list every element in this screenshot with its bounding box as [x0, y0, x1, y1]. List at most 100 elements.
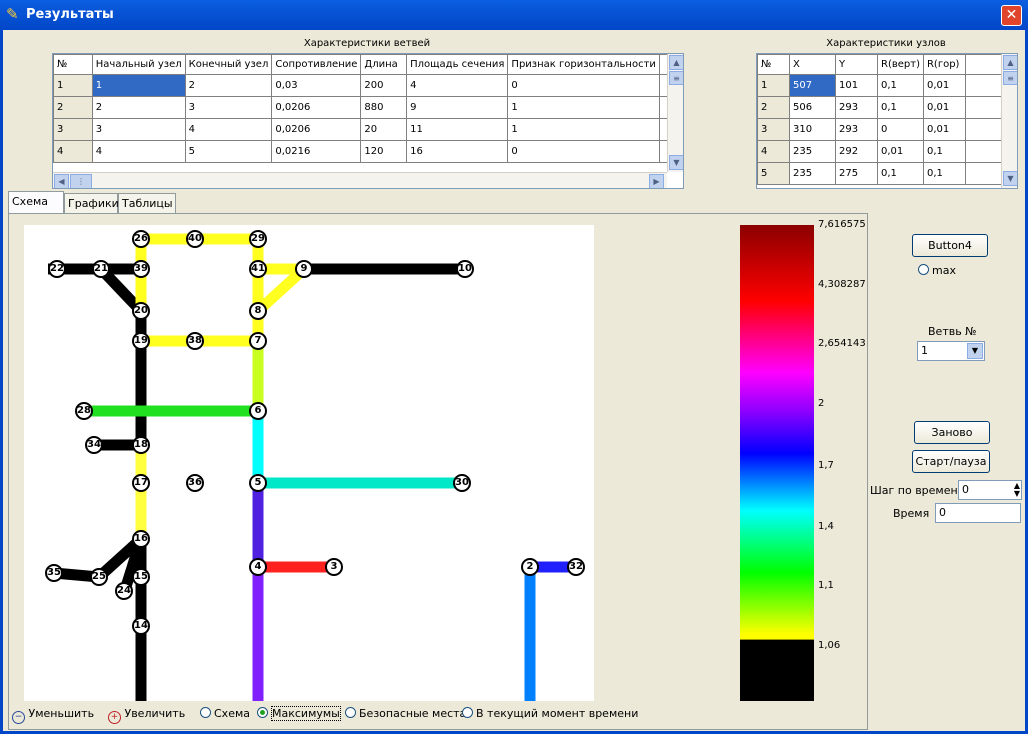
scheme-node[interactable]: 40	[186, 230, 204, 248]
table-cell[interactable]: 275	[835, 162, 878, 185]
scheme-node[interactable]: 26	[132, 230, 150, 248]
scheme-node[interactable]: 22	[48, 260, 66, 278]
step-input[interactable]: 0 ▲ ▼	[958, 480, 1022, 500]
scheme-node[interactable]: 36	[186, 474, 204, 492]
table-cell[interactable]: 0,01	[922, 96, 966, 119]
table-cell[interactable]: 1	[91, 74, 186, 97]
table-cell[interactable]: 0,03	[271, 74, 362, 97]
table-cell[interactable]: 0,01	[922, 118, 966, 141]
table-cell[interactable]: 3	[91, 118, 186, 141]
scroll-down-icon[interactable]: ▼	[669, 155, 683, 170]
table-cell[interactable]: 0,0216	[271, 140, 362, 163]
scheme-node[interactable]: 28	[75, 402, 93, 420]
table-row[interactable]: 3 310 293 0 0,01	[757, 118, 1006, 141]
scheme-node[interactable]: 2	[521, 558, 539, 576]
branches-hscroll[interactable]: ◀ ⋮ ▶	[53, 172, 667, 188]
radio-current[interactable]: В текущий момент времени	[462, 707, 638, 720]
scheme-node[interactable]: 20	[132, 302, 150, 320]
table-cell[interactable]: 292	[835, 140, 878, 163]
table-cell[interactable]: 0,0206	[271, 96, 362, 119]
table-cell[interactable]: 293	[835, 96, 878, 119]
scheme-node[interactable]: 35	[45, 564, 63, 582]
table-cell[interactable]: 0	[877, 118, 924, 141]
scheme-node[interactable]: 38	[186, 332, 204, 350]
table-cell[interactable]: 101	[835, 74, 878, 97]
scheme-node[interactable]: 14	[132, 617, 150, 635]
table-row[interactable]: 5 235 275 0,1 0,1	[757, 162, 1006, 185]
table-row[interactable]: 2 2 3 0,0206 880 9 1	[53, 96, 683, 119]
scheme-node[interactable]: 39	[132, 260, 150, 278]
table-cell[interactable]: 0,1	[922, 162, 966, 185]
table-cell[interactable]: 0	[507, 140, 660, 163]
scheme-node[interactable]: 19	[132, 332, 150, 350]
scheme-node[interactable]: 5	[249, 474, 267, 492]
table-cell[interactable]: 506	[789, 96, 836, 119]
tab-tables[interactable]: Таблицы	[118, 193, 176, 213]
table-cell[interactable]: 200	[360, 74, 408, 97]
radio-max[interactable]: Максимумы	[257, 706, 341, 721]
max-radio-icon[interactable]	[918, 264, 929, 275]
scheme-node[interactable]: 17	[132, 474, 150, 492]
nodes-vscroll[interactable]: ▲ ≡ ▼	[1001, 54, 1017, 188]
scroll-thumb[interactable]: ⋮	[70, 174, 92, 188]
scroll-left-icon[interactable]: ◀	[54, 174, 69, 188]
radio-safe[interactable]: Безопасные места	[345, 707, 466, 720]
scheme-node[interactable]: 29	[249, 230, 267, 248]
table-cell[interactable]: 2	[184, 74, 273, 97]
button4[interactable]: Button4	[912, 234, 988, 257]
scroll-up-icon[interactable]: ▲	[1003, 55, 1017, 70]
table-cell[interactable]: 20	[360, 118, 408, 141]
table-cell[interactable]: 2	[91, 96, 186, 119]
table-row[interactable]: 4 235 292 0,01 0,1	[757, 140, 1006, 163]
branches-grid[interactable]: № Начальный узел Конечный узел Сопротивл…	[52, 53, 684, 189]
scheme-node[interactable]: 18	[132, 436, 150, 454]
table-cell[interactable]: 1	[507, 118, 660, 141]
radio-icon[interactable]	[462, 707, 473, 718]
scroll-thumb[interactable]: ≡	[1003, 71, 1017, 85]
scheme-node[interactable]: 6	[249, 402, 267, 420]
scheme-node[interactable]: 41	[249, 260, 267, 278]
table-cell[interactable]: 120	[360, 140, 408, 163]
table-cell[interactable]: 293	[835, 118, 878, 141]
table-cell[interactable]: 11	[406, 118, 509, 141]
radio-icon[interactable]	[200, 707, 211, 718]
scheme-canvas[interactable]: 26 40 29 22 21 39 41 9 10 20 8 19 38 7 2…	[24, 225, 594, 701]
table-cell[interactable]: 4	[91, 140, 186, 163]
table-cell[interactable]: 235	[789, 162, 836, 185]
scroll-thumb[interactable]: ≡	[669, 71, 683, 85]
table-cell[interactable]: 0,1	[877, 74, 924, 97]
scheme-node[interactable]: 34	[85, 436, 103, 454]
scheme-node[interactable]: 21	[92, 260, 110, 278]
branches-vscroll[interactable]: ▲ ≡ ▼	[667, 54, 683, 172]
table-cell[interactable]: 880	[360, 96, 408, 119]
restart-button[interactable]: Заново	[914, 421, 990, 444]
table-cell[interactable]: 0,1	[922, 140, 966, 163]
table-cell[interactable]: 507	[789, 74, 836, 97]
radio-scheme[interactable]: Схема	[200, 707, 250, 720]
scroll-down-icon[interactable]: ▼	[1003, 171, 1017, 186]
radio-icon[interactable]	[257, 707, 268, 718]
tab-scheme[interactable]: Схема	[8, 191, 64, 213]
scheme-node[interactable]: 8	[249, 302, 267, 320]
start-pause-button[interactable]: Старт/пауза	[912, 450, 990, 473]
table-cell[interactable]: 4	[184, 118, 273, 141]
table-cell[interactable]: 235	[789, 140, 836, 163]
tab-graphs[interactable]: Графики	[64, 193, 119, 213]
scheme-node[interactable]: 10	[456, 260, 474, 278]
scheme-node[interactable]: 7	[249, 332, 267, 350]
scroll-up-icon[interactable]: ▲	[669, 55, 683, 70]
time-input[interactable]: 0	[935, 503, 1021, 523]
spinner-icon[interactable]: ▲ ▼	[1014, 482, 1020, 498]
table-row[interactable]: 4 4 5 0,0216 120 16 0	[53, 140, 683, 163]
scheme-node[interactable]: 9	[295, 260, 313, 278]
table-cell[interactable]: 0,1	[877, 96, 924, 119]
table-cell[interactable]: 5	[184, 140, 273, 163]
table-row[interactable]: 1 1 2 0,03 200 4 0	[53, 74, 683, 97]
table-cell[interactable]: 310	[789, 118, 836, 141]
table-cell[interactable]: 0	[507, 74, 660, 97]
scheme-node[interactable]: 4	[249, 558, 267, 576]
table-row[interactable]: 3 3 4 0,0206 20 11 1	[53, 118, 683, 141]
table-cell[interactable]: 0,01	[922, 74, 966, 97]
table-row[interactable]: 1 507 101 0,1 0,01	[757, 74, 1006, 97]
table-cell[interactable]: 0,0206	[271, 118, 362, 141]
